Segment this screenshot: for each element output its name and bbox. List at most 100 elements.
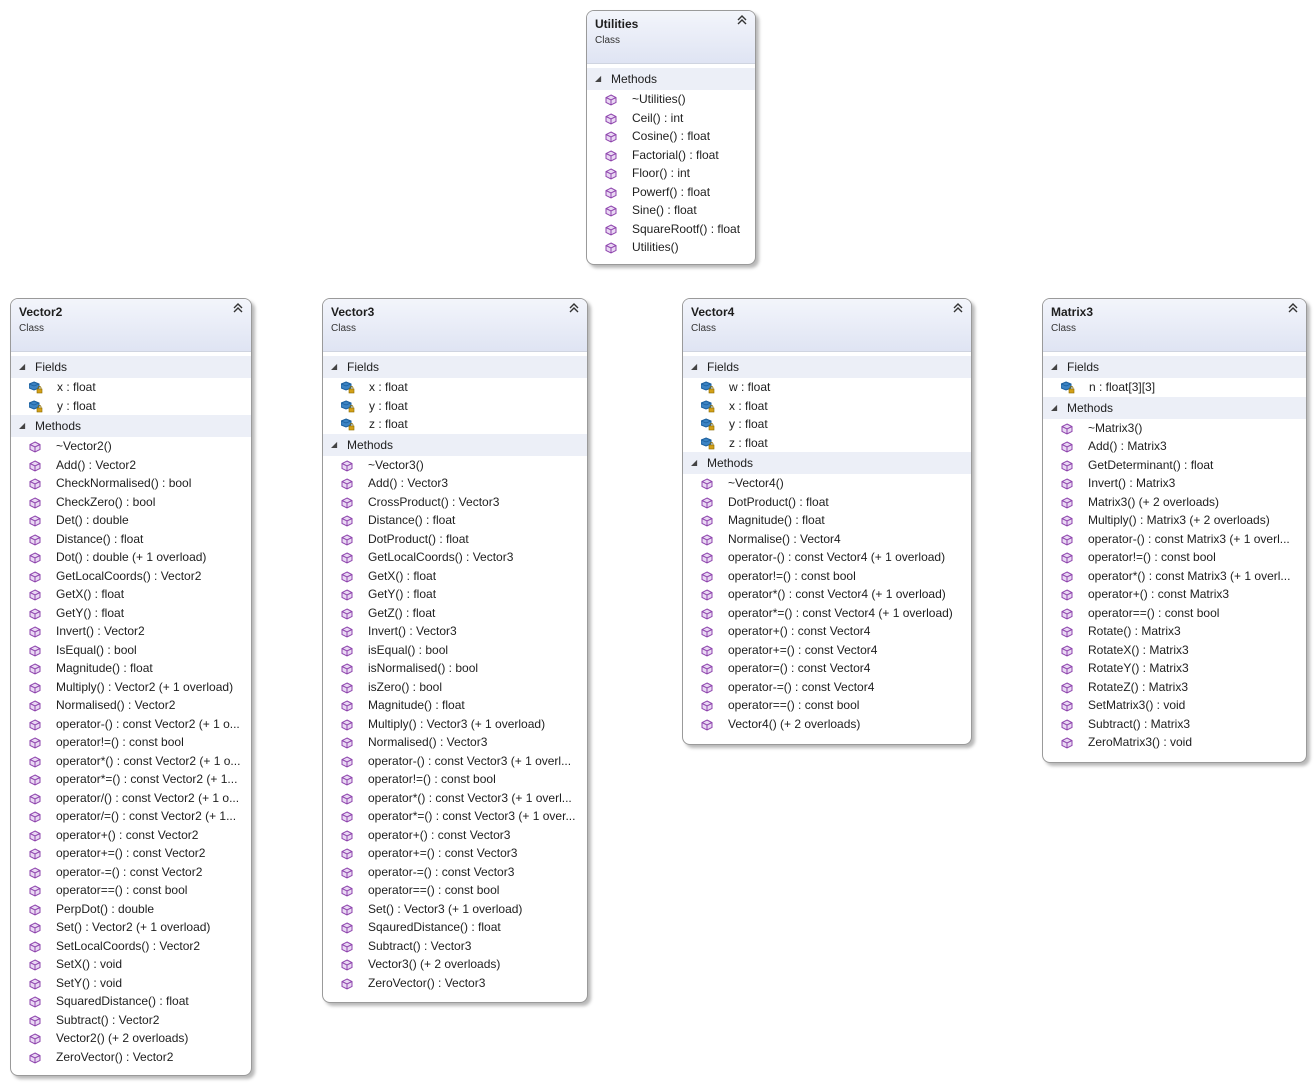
method-item[interactable]: operator+() : const Vector3 <box>323 826 587 845</box>
method-item[interactable]: operator+() : const Vector4 <box>683 622 971 641</box>
double-chevron-up-icon[interactable] <box>567 303 581 317</box>
field-item[interactable]: x : float <box>11 378 251 397</box>
method-item[interactable]: SquareRootf() : float <box>587 220 755 239</box>
methods-compartment-header[interactable]: ◢ Methods <box>683 452 971 474</box>
method-item[interactable]: ~Vector2() <box>11 437 251 456</box>
triangle-expanded-icon[interactable]: ◢ <box>331 356 337 378</box>
method-item[interactable]: operator-() : const Vector4 (+ 1 overloa… <box>683 548 971 567</box>
method-item[interactable]: operator-=() : const Vector4 <box>683 678 971 697</box>
method-item[interactable]: operator*=() : const Vector2 (+ 1... <box>11 770 251 789</box>
method-item[interactable]: operator-() : const Vector3 (+ 1 overl..… <box>323 752 587 771</box>
method-item[interactable]: Cosine() : float <box>587 127 755 146</box>
method-item[interactable]: operator*=() : const Vector4 (+ 1 overlo… <box>683 604 971 623</box>
method-item[interactable]: Ceil() : int <box>587 109 755 128</box>
method-item[interactable]: Subtract() : Vector3 <box>323 937 587 956</box>
method-item[interactable]: SqauredDistance() : float <box>323 918 587 937</box>
method-item[interactable]: Add() : Vector2 <box>11 456 251 475</box>
method-item[interactable]: GetY() : float <box>11 604 251 623</box>
method-item[interactable]: Magnitude() : float <box>323 696 587 715</box>
field-item[interactable]: z : float <box>323 415 587 434</box>
class-header[interactable]: Utilities Class <box>587 11 755 64</box>
class-header[interactable]: Vector2 Class <box>11 299 251 352</box>
method-item[interactable]: GetDeterminant() : float <box>1043 456 1306 475</box>
method-item[interactable]: Vector4() (+ 2 overloads) <box>683 715 971 734</box>
method-item[interactable]: Utilities() <box>587 238 755 257</box>
method-item[interactable]: ~Vector3() <box>323 456 587 475</box>
triangle-expanded-icon[interactable]: ◢ <box>1051 397 1057 419</box>
method-item[interactable]: Floor() : int <box>587 164 755 183</box>
method-item[interactable]: Factorial() : float <box>587 146 755 165</box>
method-item[interactable]: DotProduct() : float <box>323 530 587 549</box>
class-box-vector3[interactable]: Vector3 Class ◢ Fields x : float y : float z :… <box>322 298 588 1003</box>
method-item[interactable]: Set() : Vector3 (+ 1 overload) <box>323 900 587 919</box>
method-item[interactable]: isNormalised() : bool <box>323 659 587 678</box>
double-chevron-up-icon[interactable] <box>735 15 749 29</box>
field-item[interactable]: n : float[3][3] <box>1043 378 1306 397</box>
method-item[interactable]: operator/=() : const Vector2 (+ 1... <box>11 807 251 826</box>
method-item[interactable]: Magnitude() : float <box>683 511 971 530</box>
method-item[interactable]: ~Matrix3() <box>1043 419 1306 438</box>
method-item[interactable]: Rotate() : Matrix3 <box>1043 622 1306 641</box>
method-item[interactable]: Invert() : Vector2 <box>11 622 251 641</box>
class-box-utilities[interactable]: Utilities Class ◢ Methods ~Utilities() Ceil()… <box>586 10 756 265</box>
method-item[interactable]: IsEqual() : bool <box>11 641 251 660</box>
method-item[interactable]: GetLocalCoords() : Vector2 <box>11 567 251 586</box>
method-item[interactable]: SquaredDistance() : float <box>11 992 251 1011</box>
method-item[interactable]: Powerf() : float <box>587 183 755 202</box>
method-item[interactable]: Matrix3() (+ 2 overloads) <box>1043 493 1306 512</box>
method-item[interactable]: Distance() : float <box>323 511 587 530</box>
method-item[interactable]: Invert() : Matrix3 <box>1043 474 1306 493</box>
method-item[interactable]: Multiply() : Matrix3 (+ 2 overloads) <box>1043 511 1306 530</box>
triangle-expanded-icon[interactable]: ◢ <box>19 356 25 378</box>
method-item[interactable]: GetX() : float <box>11 585 251 604</box>
method-item[interactable]: SetMatrix3() : void <box>1043 696 1306 715</box>
triangle-expanded-icon[interactable]: ◢ <box>1051 356 1057 378</box>
method-item[interactable]: Vector2() (+ 2 overloads) <box>11 1029 251 1048</box>
method-item[interactable]: CheckZero() : bool <box>11 493 251 512</box>
method-item[interactable]: GetZ() : float <box>323 604 587 623</box>
method-item[interactable]: Normalise() : Vector4 <box>683 530 971 549</box>
method-item[interactable]: RotateX() : Matrix3 <box>1043 641 1306 660</box>
method-item[interactable]: RotateZ() : Matrix3 <box>1043 678 1306 697</box>
method-item[interactable]: DotProduct() : float <box>683 493 971 512</box>
method-item[interactable]: Subtract() : Matrix3 <box>1043 715 1306 734</box>
method-item[interactable]: operator*() : const Vector3 (+ 1 overl..… <box>323 789 587 808</box>
method-item[interactable]: operator/() : const Vector2 (+ 1 o... <box>11 789 251 808</box>
double-chevron-up-icon[interactable] <box>951 303 965 317</box>
method-item[interactable]: operator*() : const Vector2 (+ 1 o... <box>11 752 251 771</box>
method-item[interactable]: operator+() : const Matrix3 <box>1043 585 1306 604</box>
field-item[interactable]: w : float <box>683 378 971 397</box>
class-box-matrix3[interactable]: Matrix3 Class ◢ Fields n : float[3][3] ◢ Metho… <box>1042 298 1307 763</box>
method-item[interactable]: operator-() : const Matrix3 (+ 1 overl..… <box>1043 530 1306 549</box>
method-item[interactable]: operator==() : const bool <box>1043 604 1306 623</box>
method-item[interactable]: operator-() : const Vector2 (+ 1 o... <box>11 715 251 734</box>
field-item[interactable]: x : float <box>683 397 971 416</box>
method-item[interactable]: Add() : Matrix3 <box>1043 437 1306 456</box>
method-item[interactable]: GetY() : float <box>323 585 587 604</box>
method-item[interactable]: ~Utilities() <box>587 90 755 109</box>
method-item[interactable]: PerpDot() : double <box>11 900 251 919</box>
method-item[interactable]: operator*() : const Matrix3 (+ 1 overl..… <box>1043 567 1306 586</box>
method-item[interactable]: operator!=() : const bool <box>683 567 971 586</box>
field-item[interactable]: y : float <box>11 397 251 416</box>
method-item[interactable]: Dot() : double (+ 1 overload) <box>11 548 251 567</box>
method-item[interactable]: operator*() : const Vector4 (+ 1 overloa… <box>683 585 971 604</box>
method-item[interactable]: Vector3() (+ 2 overloads) <box>323 955 587 974</box>
method-item[interactable]: operator!=() : const bool <box>11 733 251 752</box>
double-chevron-up-icon[interactable] <box>231 303 245 317</box>
method-item[interactable]: ZeroVector() : Vector3 <box>323 974 587 993</box>
class-header[interactable]: Vector3 Class <box>323 299 587 352</box>
method-item[interactable]: ~Vector4() <box>683 474 971 493</box>
method-item[interactable]: Sine() : float <box>587 201 755 220</box>
field-item[interactable]: z : float <box>683 434 971 453</box>
method-item[interactable]: Invert() : Vector3 <box>323 622 587 641</box>
method-item[interactable]: operator+=() : const Vector2 <box>11 844 251 863</box>
method-item[interactable]: Det() : double <box>11 511 251 530</box>
method-item[interactable]: isEqual() : bool <box>323 641 587 660</box>
method-item[interactable]: isZero() : bool <box>323 678 587 697</box>
method-item[interactable]: operator+=() : const Vector4 <box>683 641 971 660</box>
methods-compartment-header[interactable]: ◢ Methods <box>587 68 755 90</box>
double-chevron-up-icon[interactable] <box>1286 303 1300 317</box>
method-item[interactable]: RotateY() : Matrix3 <box>1043 659 1306 678</box>
method-item[interactable]: Normalised() : Vector3 <box>323 733 587 752</box>
